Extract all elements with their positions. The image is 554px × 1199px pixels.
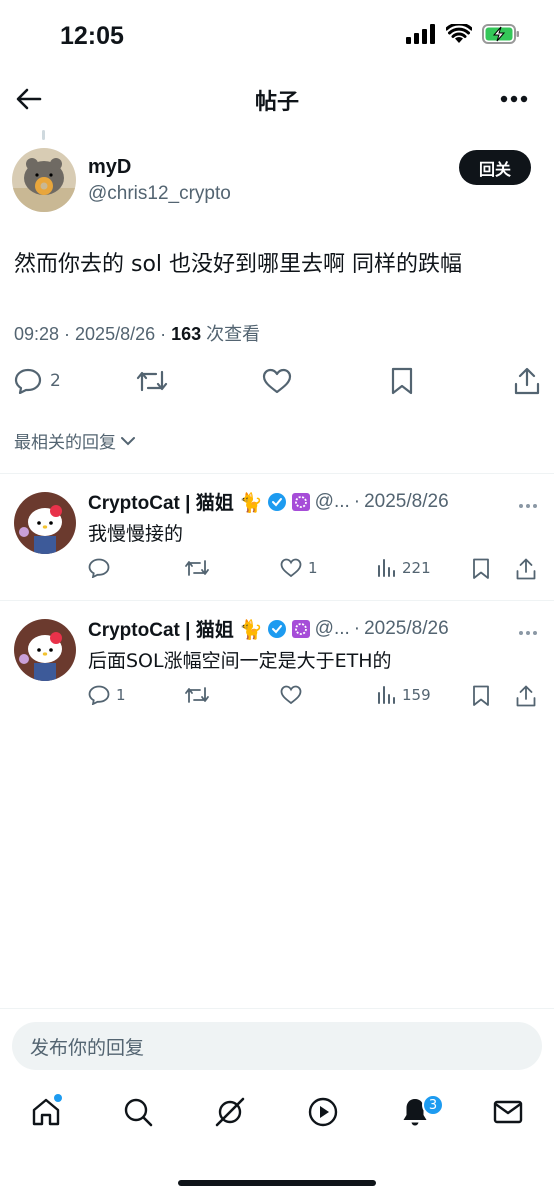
post-meta: 09:28 · 2025/8/26 · 163 次查看 — [14, 320, 260, 346]
reply-share-button[interactable] — [516, 685, 536, 707]
post-view-count: 163 — [171, 324, 202, 344]
reply-bookmark-button[interactable] — [472, 685, 490, 707]
reply-item[interactable]: CryptoCat | 猫姐 🐈 @... · 2025/8/26 我慢慢接的 … — [0, 474, 554, 600]
sort-replies-dropdown[interactable]: 最相关的回复 — [14, 428, 136, 453]
reply-separator: · — [353, 617, 361, 639]
bookmark-icon — [391, 367, 413, 395]
reply-reply-button[interactable]: 1 — [88, 685, 126, 705]
reply-author-handle[interactable]: @... — [315, 618, 350, 640]
share-icon — [516, 685, 536, 707]
bottom-tab-bar — [0, 1088, 554, 1144]
reply-text: 后面SOL涨幅空间一定是大于ETH的 — [88, 650, 392, 672]
affiliate-badge-icon — [291, 619, 310, 638]
reply-separator: · — [353, 490, 361, 512]
follow-back-button[interactable]: 回关 — [459, 150, 531, 185]
repost-button[interactable] — [136, 368, 168, 394]
repost-icon — [185, 560, 209, 576]
author-name[interactable]: myD — [88, 156, 131, 179]
tab-video[interactable] — [307, 1096, 339, 1132]
reply-more-icon[interactable] — [518, 494, 538, 513]
wifi-icon — [446, 24, 472, 43]
search-icon — [124, 1098, 153, 1127]
battery-charging-icon — [482, 24, 519, 44]
reply-views[interactable]: 159 — [376, 685, 431, 705]
share-icon — [514, 367, 540, 395]
reply-repost-button[interactable] — [184, 558, 210, 578]
top-header: 帖子 — [0, 72, 554, 126]
bookmark-icon — [473, 685, 489, 706]
chevron-down-icon — [121, 436, 135, 445]
repost-icon — [185, 687, 209, 703]
reply-avatar[interactable] — [14, 619, 76, 681]
mail-icon — [493, 1100, 523, 1124]
reply-like-count: 1 — [308, 559, 318, 577]
reply-repost-button[interactable] — [184, 685, 210, 705]
notifications-badge: 3 — [422, 1094, 444, 1116]
reply-item[interactable]: CryptoCat | 猫姐 🐈 @... · 2025/8/26 后面SOL涨… — [0, 601, 554, 727]
reply-date: 2025/8/26 — [364, 617, 449, 639]
reply-text: 我慢慢接的 — [88, 523, 184, 545]
reply-date: 2025/8/26 — [364, 490, 449, 512]
tab-search[interactable] — [122, 1096, 154, 1132]
tab-messages[interactable] — [492, 1096, 524, 1132]
reply-view-count: 159 — [402, 686, 431, 704]
post-timestamp: 09:28 · 2025/8/26 · — [14, 324, 172, 344]
heart-icon — [280, 685, 302, 705]
reply-header: CryptoCat | 猫姐 🐈 @... · 2025/8/26 — [88, 615, 449, 642]
verified-badge-icon — [267, 619, 286, 638]
reply-button[interactable]: 2 — [14, 368, 61, 394]
reply-view-count: 221 — [402, 559, 431, 577]
like-button[interactable] — [262, 368, 292, 394]
more-options-icon[interactable] — [498, 86, 530, 112]
author-avatar[interactable] — [12, 148, 76, 212]
reply-more-icon[interactable] — [518, 621, 538, 640]
reply-icon — [88, 685, 110, 705]
post-actions: 2 — [0, 362, 554, 402]
views-chart-icon — [378, 559, 395, 577]
reply-bookmark-button[interactable] — [472, 558, 490, 580]
reply-reply-button[interactable] — [88, 558, 116, 578]
reply-icon — [14, 368, 42, 394]
reply-views[interactable]: 221 — [376, 558, 431, 578]
share-icon — [516, 558, 536, 580]
reply-count: 2 — [50, 371, 61, 391]
reply-avatar[interactable] — [14, 492, 76, 554]
post-text: 然而你去的 sol 也没好到哪里去啊 同样的跌幅 — [14, 252, 463, 277]
reply-like-button[interactable] — [280, 685, 308, 705]
heart-icon — [280, 558, 302, 578]
play-circle-icon — [308, 1097, 338, 1127]
views-chart-icon — [378, 686, 395, 704]
bookmark-icon — [473, 558, 489, 579]
reply-author-name[interactable]: CryptoCat | 猫姐 🐈 — [88, 615, 263, 642]
status-bar: 12:05 — [0, 0, 554, 72]
status-time: 12:05 — [60, 22, 124, 50]
affiliate-badge-icon — [291, 492, 310, 511]
share-button[interactable] — [514, 367, 540, 395]
repost-icon — [136, 370, 168, 392]
reply-author-handle[interactable]: @... — [315, 491, 350, 513]
reply-like-button[interactable]: 1 — [280, 558, 318, 578]
post-views-label: 次查看 — [201, 324, 261, 344]
divider — [0, 1008, 554, 1009]
status-icons — [406, 24, 520, 44]
grok-icon — [215, 1097, 245, 1127]
sort-label: 最相关的回复 — [14, 433, 116, 453]
reply-share-button[interactable] — [516, 558, 536, 580]
tab-grok[interactable] — [214, 1096, 246, 1132]
bookmark-button[interactable] — [390, 367, 414, 395]
reply-icon — [88, 558, 110, 578]
reply-header: CryptoCat | 猫姐 🐈 @... · 2025/8/26 — [88, 488, 449, 515]
reply-composer-input[interactable]: 发布你的回复 — [12, 1022, 542, 1070]
reply-reply-count: 1 — [116, 686, 126, 704]
home-indicator[interactable] — [178, 1180, 376, 1186]
heart-icon — [262, 368, 292, 394]
home-unread-dot — [54, 1094, 62, 1102]
page-title: 帖子 — [254, 90, 299, 115]
verified-badge-icon — [267, 492, 286, 511]
signal-icon — [406, 24, 435, 44]
thread-connector-line — [42, 130, 45, 140]
reply-author-name[interactable]: CryptoCat | 猫姐 🐈 — [88, 488, 263, 515]
author-handle[interactable]: @chris12_crypto — [88, 183, 231, 205]
